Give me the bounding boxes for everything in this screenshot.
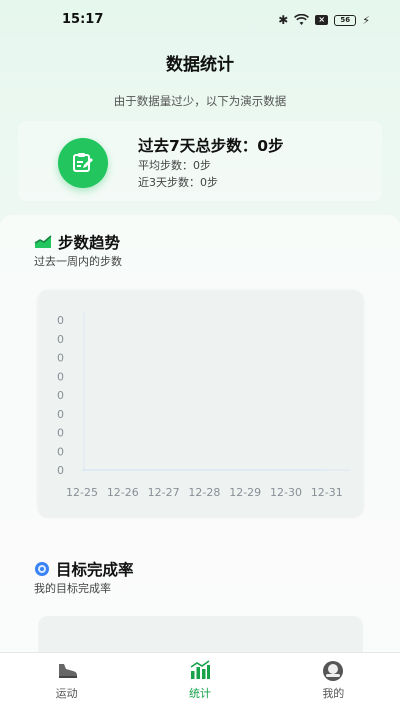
profile-icon <box>323 661 344 681</box>
bottom-nav: 运动 统计 我的 <box>0 652 400 711</box>
sneaker-icon <box>58 664 77 678</box>
x-tick-label: 12-28 <box>188 486 220 499</box>
page-title: 数据统计 <box>166 55 234 75</box>
trend-subtitle: 过去一周内的步数 <box>34 255 122 268</box>
nav-item-mine[interactable]: 我的 <box>267 653 400 711</box>
nav-item-sport[interactable]: 运动 <box>0 653 133 711</box>
chart-svg: 0 0 0 0 0 0 0 0 0 12-25 12-26 12-27 12-28 12-29 12-30… <box>57 312 350 499</box>
status-time: 15:17 <box>62 12 104 27</box>
x-box-icon: × <box>315 15 329 25</box>
status-icons: ✱ × 56 ⚡ <box>278 13 370 27</box>
y-tick-label: 0 <box>57 464 64 477</box>
summary-card: 过去7天总步数：0步 平均步数：0步 近3天步数：0步 <box>18 121 382 201</box>
nav-label-mine: 我的 <box>322 687 345 700</box>
y-tick-label: 0 <box>57 445 64 458</box>
battery-icon: 56 <box>334 14 357 26</box>
nav-label-sport: 运动 <box>55 687 78 700</box>
status-bar: 15:17 ✱ × 56 ⚡ <box>0 0 400 40</box>
clipboard-edit-icon <box>58 138 108 188</box>
goal-section-header: 目标完成率 <box>34 558 134 580</box>
wifi-icon <box>294 14 310 25</box>
y-tick-label: 0 <box>57 408 64 421</box>
y-tick-label: 0 <box>57 427 64 440</box>
trend-section-header: 步数趋势 <box>34 231 120 253</box>
recent-3days-steps: 近3天步数：0步 <box>138 176 218 189</box>
goal-subtitle: 我的目标完成率 <box>34 582 111 595</box>
bluetooth-icon: ✱ <box>278 13 289 27</box>
total-steps-7days: 过去7天总步数：0步 <box>138 137 284 155</box>
nav-label-stats: 统计 <box>188 687 211 700</box>
x-tick-label: 12-26 <box>107 486 139 499</box>
trend-chart-icon <box>34 235 52 248</box>
demo-data-notice: 由于数据量过少，以下为演示数据 <box>113 94 287 108</box>
step-trend-chart: 0 0 0 0 0 0 0 0 0 12-25 12-26 12-27 12-28 12-29 12-30… <box>38 290 363 516</box>
y-tick-label: 0 <box>57 333 64 346</box>
x-tick-label: 12-31 <box>311 486 343 499</box>
y-tick-label: 0 <box>57 352 64 365</box>
goal-title: 目标完成率 <box>56 561 134 579</box>
y-tick-label: 0 <box>57 314 64 327</box>
x-tick-label: 12-25 <box>66 486 98 499</box>
bar-chart-icon <box>190 660 210 679</box>
x-tick-label: 12-30 <box>270 486 302 499</box>
x-tick-label: 12-27 <box>148 486 180 499</box>
y-tick-label: 0 <box>57 389 64 402</box>
charging-icon: ⚡ <box>362 13 370 27</box>
nav-item-stats[interactable]: 统计 <box>133 653 266 711</box>
average-steps: 平均步数：0步 <box>138 159 211 172</box>
y-tick-label: 0 <box>57 370 64 383</box>
trend-title: 步数趋势 <box>58 234 121 252</box>
target-icon <box>35 562 49 576</box>
x-tick-label: 12-29 <box>229 486 261 499</box>
